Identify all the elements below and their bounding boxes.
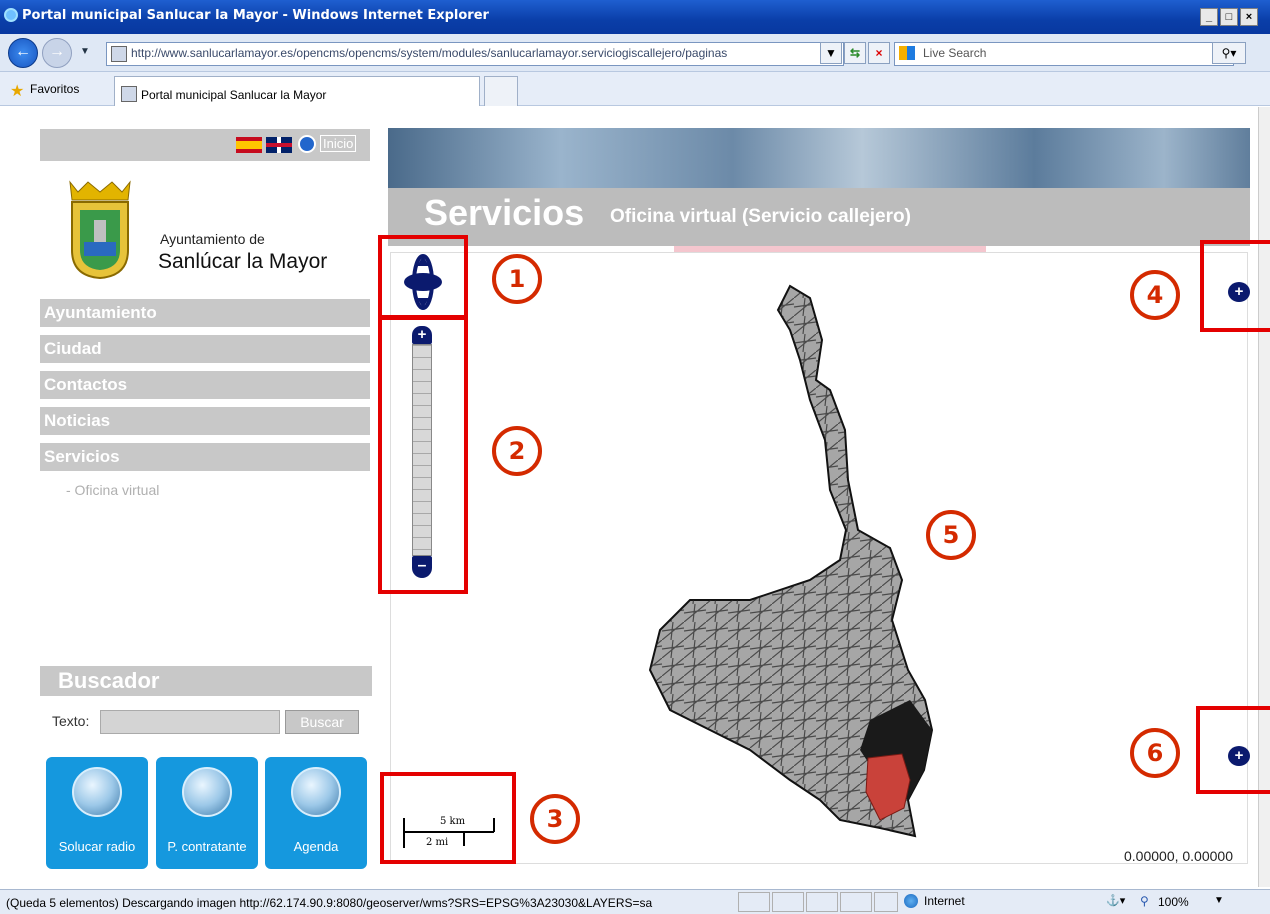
- status-cell: [840, 892, 872, 912]
- protected-mode-icon[interactable]: ⚓▾: [1106, 894, 1125, 907]
- globe-icon: [904, 894, 918, 908]
- new-tab-button[interactable]: [484, 76, 518, 106]
- zoom-dropdown-icon[interactable]: ▼: [1214, 895, 1224, 906]
- submenu-oficina-virtual[interactable]: - Oficina virtual: [66, 482, 159, 498]
- annotation-number-2: 2: [492, 426, 542, 476]
- status-cell: [806, 892, 838, 912]
- contract-icon: [182, 767, 232, 817]
- search-button[interactable]: ⚲▾: [1212, 42, 1246, 64]
- minimize-button[interactable]: _: [1200, 8, 1218, 26]
- uk-flag-icon[interactable]: [266, 137, 292, 153]
- forward-button[interactable]: →: [42, 38, 72, 68]
- calendar-icon: [291, 767, 341, 817]
- municipality-map-shape: [648, 284, 934, 838]
- menu-ciudad[interactable]: Ciudad: [40, 335, 370, 363]
- address-toolbar: ← → ▼ http://www.sanlucarlamayor.es/open…: [0, 34, 1270, 72]
- zoom-level[interactable]: 100%: [1158, 895, 1189, 909]
- municipality-name: Sanlúcar la Mayor: [158, 250, 328, 273]
- section-header: Servicios Oficina virtual (Servicio call…: [388, 188, 1250, 246]
- back-button[interactable]: ←: [8, 38, 38, 68]
- annotation-number-3: 3: [530, 794, 580, 844]
- perfil-contratante-label: P. contratante: [167, 839, 247, 854]
- security-zone[interactable]: Internet: [904, 894, 965, 908]
- security-zone-label: Internet: [924, 894, 965, 908]
- maximize-button[interactable]: □: [1220, 8, 1238, 26]
- annotation-box-pan: [378, 235, 468, 319]
- window-titlebar: Portal municipal Sanlucar la Mayor - Win…: [0, 0, 1270, 34]
- tab-favicon-icon: [121, 86, 137, 102]
- annotation-number-5: 5: [926, 510, 976, 560]
- status-cell: [772, 892, 804, 912]
- microphone-icon: [72, 767, 122, 817]
- ayuntamiento-label: Ayuntamiento de: [160, 231, 265, 247]
- city-banner-image: [388, 128, 1250, 188]
- annotation-number-1: 1: [492, 254, 542, 304]
- live-search-logo-icon: [899, 46, 915, 60]
- status-bar: (Queda 5 elementos) Descargando imagen h…: [0, 889, 1270, 914]
- page-favicon-icon: [111, 46, 127, 62]
- favorites-bar: ★ Favoritos Portal municipal Sanlucar la…: [0, 72, 1270, 106]
- live-search-input[interactable]: Live Search: [894, 42, 1234, 66]
- home-link[interactable]: Inicio: [320, 135, 357, 152]
- status-cell: [874, 892, 898, 912]
- solucar-radio-button[interactable]: Solucar radio: [46, 757, 148, 869]
- address-dropdown-icon[interactable]: ▼: [820, 42, 842, 64]
- favorites-star-icon[interactable]: ★: [10, 81, 24, 101]
- status-text: (Queda 5 elementos) Descargando imagen h…: [6, 896, 653, 910]
- spanish-flag-icon[interactable]: [236, 137, 262, 153]
- window-title: Portal municipal Sanlucar la Mayor - Win…: [22, 8, 489, 23]
- ie-logo-icon: [4, 8, 18, 22]
- buscador-title: Buscador: [40, 666, 372, 696]
- agenda-button[interactable]: Agenda: [265, 757, 367, 869]
- perfil-contratante-button[interactable]: P. contratante: [156, 757, 258, 869]
- annotation-box-zoom: [378, 316, 468, 594]
- menu-contactos[interactable]: Contactos: [40, 371, 370, 399]
- home-icon[interactable]: [298, 135, 316, 153]
- history-dropdown-icon[interactable]: ▼: [80, 46, 90, 57]
- language-bar: Inicio: [40, 129, 370, 161]
- menu-noticias[interactable]: Noticias: [40, 407, 370, 435]
- section-title: Servicios: [424, 192, 585, 233]
- menu-ayuntamiento[interactable]: Ayuntamiento: [40, 299, 370, 327]
- section-subtitle: Oficina virtual (Servicio callejero): [610, 206, 911, 227]
- annotation-box-overview: [1196, 706, 1270, 794]
- close-button[interactable]: ×: [1240, 8, 1258, 26]
- annotation-box-layers: [1200, 240, 1270, 332]
- annotation-box-scale: [380, 772, 516, 864]
- mouse-coordinates: 0.00000, 0.00000: [1124, 848, 1233, 864]
- search-text-input[interactable]: [100, 710, 280, 734]
- address-text: http://www.sanlucarlamayor.es/opencms/op…: [131, 46, 728, 60]
- address-input[interactable]: http://www.sanlucarlamayor.es/opencms/op…: [106, 42, 844, 66]
- stop-button[interactable]: ×: [868, 42, 890, 64]
- agenda-label: Agenda: [293, 839, 339, 854]
- menu-servicios[interactable]: Servicios: [40, 443, 370, 471]
- tab-portal[interactable]: Portal municipal Sanlucar la Mayor: [114, 76, 480, 106]
- annotation-number-4: 4: [1130, 270, 1180, 320]
- zoom-magnifier-icon[interactable]: ⚲: [1140, 894, 1149, 908]
- texto-label: Texto:: [52, 713, 90, 729]
- tab-title: Portal municipal Sanlucar la Mayor: [141, 88, 327, 102]
- municipal-crest-icon: [69, 180, 131, 280]
- status-cell: [738, 892, 770, 912]
- annotation-number-6: 6: [1130, 728, 1180, 778]
- buscar-button[interactable]: Buscar: [285, 710, 359, 734]
- refresh-button[interactable]: ⇆: [844, 42, 866, 64]
- search-placeholder: Live Search: [923, 46, 987, 60]
- favorites-button[interactable]: Favoritos: [30, 82, 79, 96]
- solucar-radio-label: Solucar radio: [58, 839, 136, 854]
